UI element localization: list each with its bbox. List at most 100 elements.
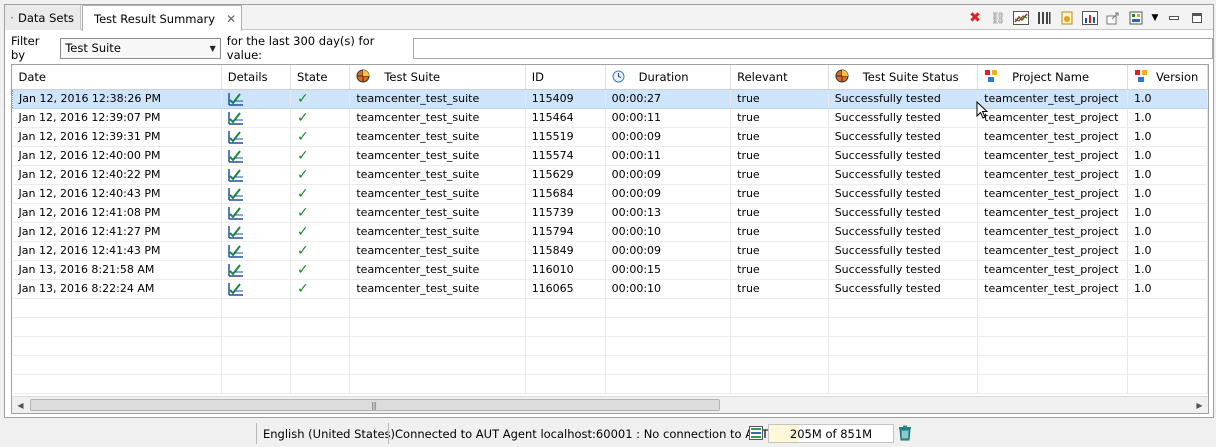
column-header-details[interactable]: Details: [221, 65, 292, 90]
column-header-project-name[interactable]: Project Name: [977, 65, 1129, 90]
horizontal-scrollbar[interactable]: ◀ ||| ▶: [12, 396, 1208, 413]
details-chart-icon[interactable]: [227, 92, 244, 106]
maximize-icon[interactable]: [1187, 8, 1207, 28]
close-icon[interactable]: ✕: [226, 12, 236, 26]
cell-details[interactable]: [221, 203, 292, 223]
cell-version: 1.0: [1127, 184, 1208, 204]
column-header-test-suite-status[interactable]: Test Suite Status: [828, 65, 979, 90]
cell-details[interactable]: [221, 108, 292, 128]
table-row[interactable]: Jan 12, 2016 12:41:43 PM ✓ teamcenter_test…: [12, 241, 1208, 261]
cell-version: 1.0: [1127, 108, 1208, 128]
checkmark-icon: ✓: [297, 242, 309, 259]
empty-cell: [605, 298, 732, 318]
column-header-relevant[interactable]: Relevant: [730, 65, 829, 90]
scroll-right-arrow-icon[interactable]: ▶: [1191, 397, 1208, 413]
cell-details[interactable]: [221, 279, 292, 299]
filter-type-combo[interactable]: Test Suite ▼: [60, 37, 221, 59]
compare-chart-icon[interactable]: [1080, 8, 1100, 28]
cell-details[interactable]: [221, 89, 292, 109]
config-icon[interactable]: [1126, 8, 1146, 28]
table-row[interactable]: Jan 12, 2016 12:39:07 PM ✓ teamcenter_test…: [12, 108, 1208, 128]
share-icon[interactable]: [1103, 8, 1123, 28]
cell-test-suite-status: Successfully tested: [828, 89, 979, 109]
columns-icon[interactable]: [1034, 8, 1054, 28]
table-row[interactable]: Jan 12, 2016 12:40:22 PM ✓ teamcenter_test…: [12, 165, 1208, 185]
cell-details[interactable]: [221, 260, 292, 280]
cell-version: 1.0: [1127, 222, 1208, 242]
table-row[interactable]: Jan 13, 2016 8:21:58 AM ✓ teamcenter_test_…: [12, 260, 1208, 280]
scrollbar-thumb[interactable]: |||: [30, 399, 720, 411]
cell-test-suite-status: Successfully tested: [828, 146, 979, 166]
empty-cell: [525, 374, 606, 394]
empty-cell: [977, 298, 1129, 318]
column-header-state[interactable]: State: [290, 65, 351, 90]
details-chart-icon[interactable]: [227, 263, 244, 277]
delete-red-x-icon[interactable]: ✖: [965, 8, 985, 28]
cell-date: Jan 12, 2016 12:41:27 PM: [12, 222, 222, 242]
details-chart-icon[interactable]: [227, 244, 244, 258]
details-chart-icon[interactable]: [227, 282, 244, 296]
tab-test-result-summary[interactable]: Test Result Summary ✕: [82, 5, 242, 31]
column-header-duration[interactable]: Duration: [605, 65, 732, 90]
cell-details[interactable]: [221, 241, 292, 261]
cell-state: ✓: [290, 127, 351, 147]
filter-value-input[interactable]: [413, 37, 1213, 59]
tab-data-sets[interactable]: Data Sets: [5, 5, 81, 30]
details-chart-icon[interactable]: [227, 168, 244, 182]
cell-test-suite: teamcenter_test_suite: [349, 184, 526, 204]
table-row[interactable]: Jan 12, 2016 12:38:26 PM ✓ teamcenter_test…: [12, 89, 1208, 109]
cell-version: 1.0: [1127, 89, 1208, 109]
column-header-test-suite[interactable]: Test Suite: [349, 65, 526, 90]
table-row[interactable]: Jan 12, 2016 12:40:43 PM ✓ teamcenter_test…: [12, 184, 1208, 204]
cell-project-name: teamcenter_test_project: [977, 165, 1129, 185]
grip-icon: |||: [371, 401, 377, 410]
chevron-down-icon: ▼: [209, 43, 216, 53]
details-chart-icon[interactable]: [227, 225, 244, 239]
cell-id: 115464: [525, 108, 606, 128]
table-row[interactable]: Jan 12, 2016 12:41:27 PM ✓ teamcenter_test…: [12, 222, 1208, 242]
cell-relevant: true: [730, 108, 829, 128]
chart-icon[interactable]: [1011, 8, 1031, 28]
details-chart-icon[interactable]: [227, 111, 244, 125]
cell-relevant: true: [730, 89, 829, 109]
status-connection: Connected to AUT Agent localhost:60001 :…: [395, 426, 769, 441]
cell-version: 1.0: [1127, 260, 1208, 280]
empty-cell: [221, 355, 292, 375]
cell-state: ✓: [290, 241, 351, 261]
details-chart-icon[interactable]: [227, 206, 244, 220]
cell-project-name: teamcenter_test_project: [977, 146, 1129, 166]
cell-details[interactable]: [221, 165, 292, 185]
scroll-left-arrow-icon[interactable]: ◀: [12, 397, 29, 413]
table-row[interactable]: Jan 12, 2016 12:39:31 PM ✓ teamcenter_test…: [12, 127, 1208, 147]
checkmark-icon: ✓: [297, 109, 309, 126]
empty-cell: [349, 374, 526, 394]
empty-cell: [525, 317, 606, 337]
garbage-collect-trash-icon[interactable]: [898, 425, 912, 441]
refresh-chain-icon[interactable]: ⛓: [988, 8, 1008, 28]
cell-id: 116010: [525, 260, 606, 280]
details-chart-icon[interactable]: [227, 187, 244, 201]
cell-details[interactable]: [221, 222, 292, 242]
table-row[interactable]: Jan 12, 2016 12:41:08 PM ✓ teamcenter_test…: [12, 203, 1208, 223]
details-chart-icon[interactable]: [227, 149, 244, 163]
cell-version: 1.0: [1127, 165, 1208, 185]
export-icon[interactable]: [1057, 8, 1077, 28]
column-header-id[interactable]: ID: [525, 65, 606, 90]
column-header-date[interactable]: Date: [12, 65, 222, 90]
empty-cell: [221, 298, 292, 318]
column-header-version[interactable]: Version: [1127, 65, 1208, 90]
cell-date: Jan 12, 2016 12:40:43 PM: [12, 184, 222, 204]
empty-cell: [730, 355, 829, 375]
cell-relevant: true: [730, 203, 829, 223]
table-row[interactable]: Jan 12, 2016 12:40:00 PM ✓ teamcenter_test…: [12, 146, 1208, 166]
cell-test-suite-status: Successfully tested: [828, 222, 979, 242]
view-menu-icon[interactable]: ▼: [1149, 8, 1161, 28]
cell-date: Jan 12, 2016 12:39:07 PM: [12, 108, 222, 128]
cell-details[interactable]: [221, 127, 292, 147]
minimize-icon[interactable]: [1164, 8, 1184, 28]
cell-relevant: true: [730, 279, 829, 299]
cell-details[interactable]: [221, 184, 292, 204]
details-chart-icon[interactable]: [227, 130, 244, 144]
table-row[interactable]: Jan 13, 2016 8:22:24 AM ✓ teamcenter_test_…: [12, 279, 1208, 299]
cell-details[interactable]: [221, 146, 292, 166]
